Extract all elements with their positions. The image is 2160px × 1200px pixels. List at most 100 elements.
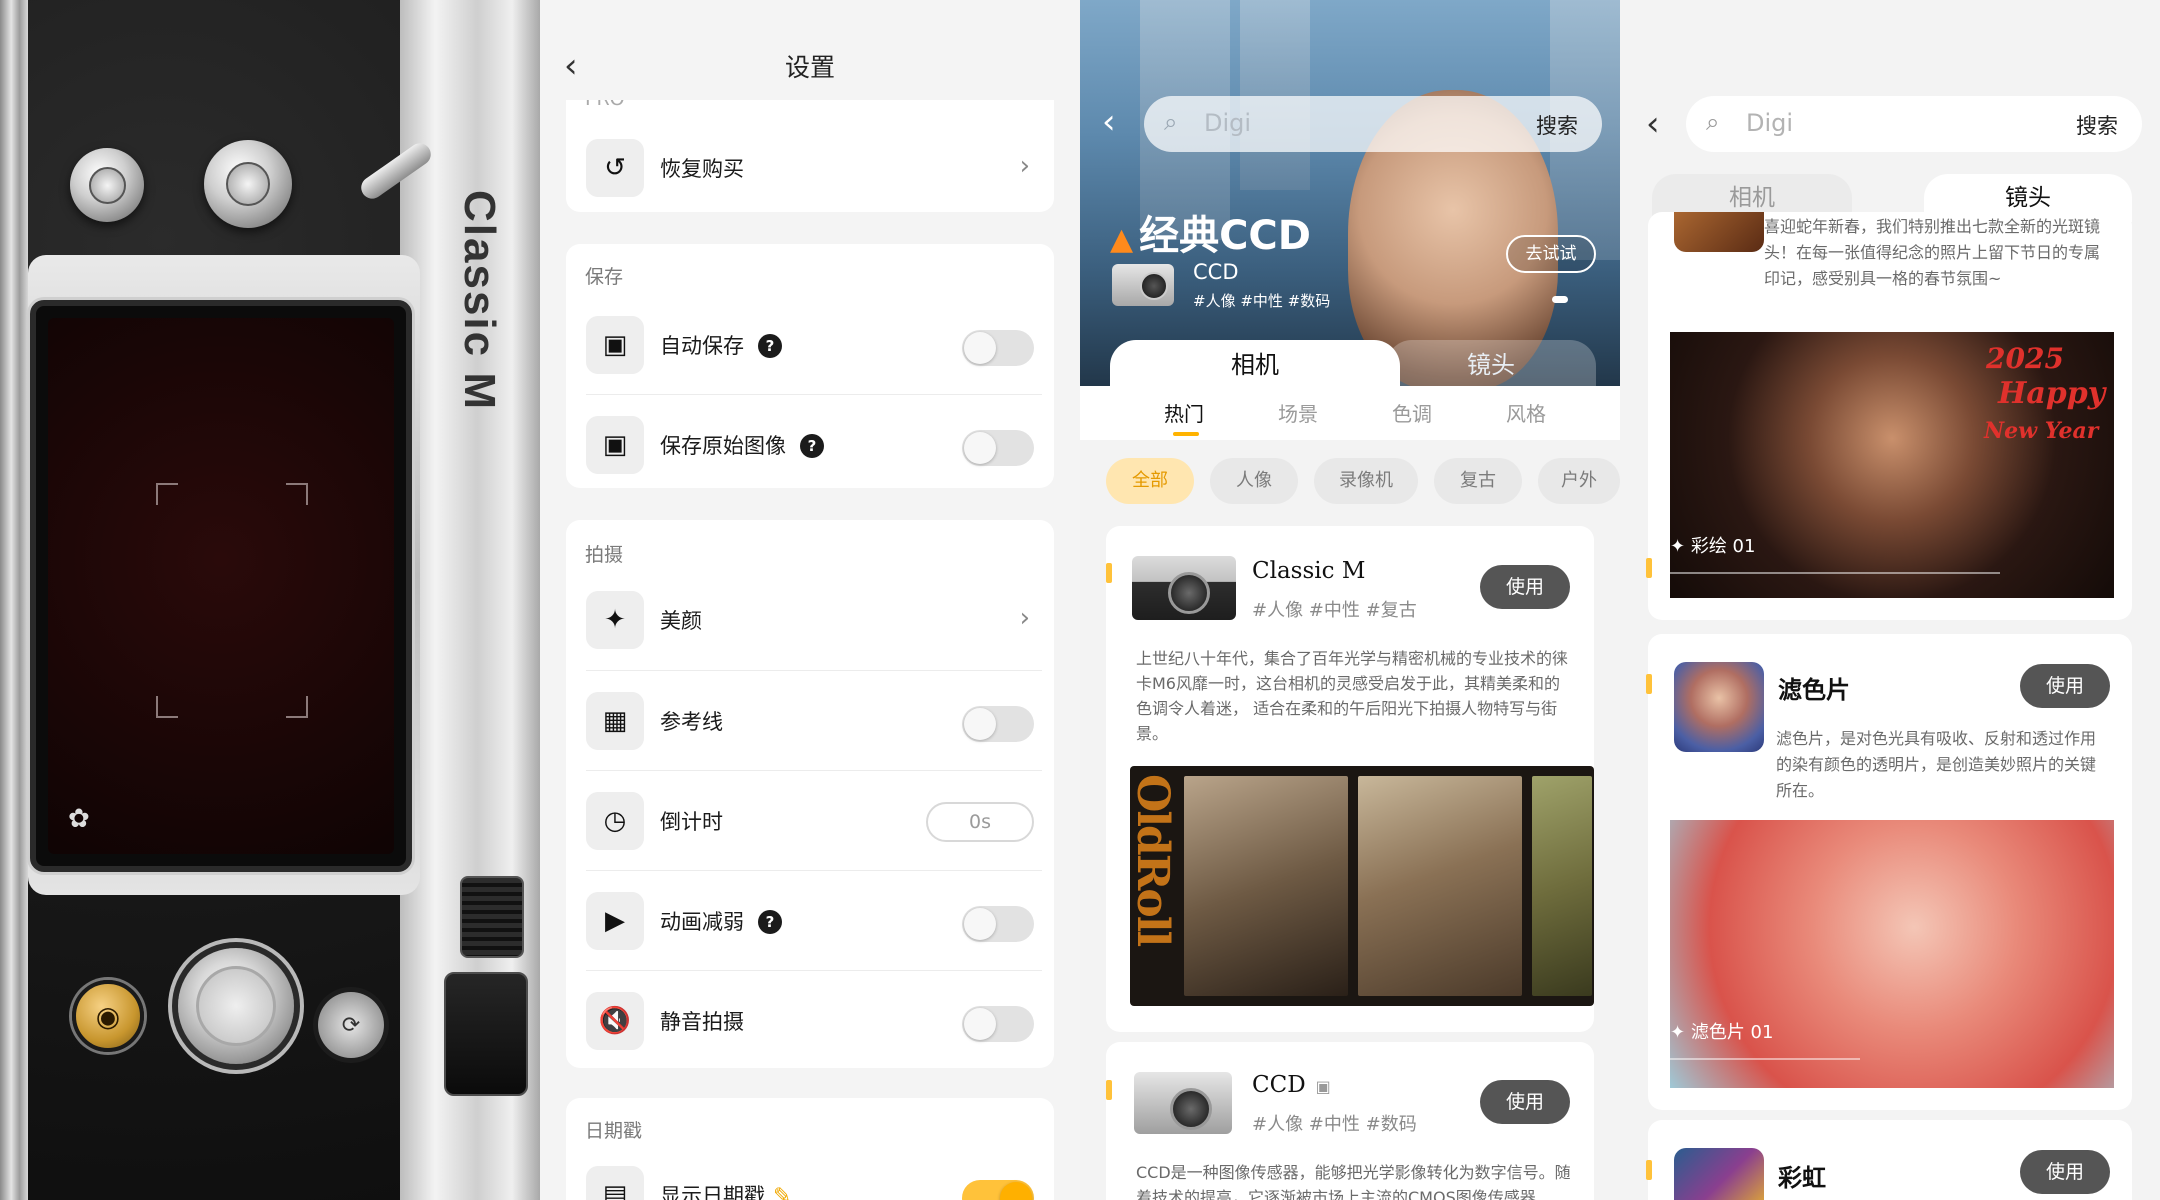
sparkle-icon: ✦: [1670, 536, 1686, 557]
mode-dial[interactable]: [204, 140, 292, 228]
search-bar[interactable]: ⌕ Digi 搜索: [1686, 96, 2142, 152]
hero-title: ▲ 经典CCD: [1110, 203, 1311, 261]
chevron-right-icon: ›: [1019, 151, 1030, 181]
silent-row[interactable]: 🔇 静音拍摄: [586, 986, 1042, 1058]
try-button[interactable]: 去试试: [1506, 235, 1596, 273]
sample-filmstrip: OldRoll: [1130, 766, 1594, 1006]
back-chevron-icon[interactable]: ‹: [1646, 104, 1660, 144]
hero-banner[interactable]: ‹ ⌕ Digi 搜索 ▲ 经典CCD CCD #人像 #中性 #数码 去试试 相…: [1080, 0, 1620, 386]
tab-camera[interactable]: 相机: [1110, 340, 1400, 386]
caption-text: 滤色片 01: [1690, 1022, 1774, 1043]
grid-toggle[interactable]: [962, 706, 1034, 742]
use-button[interactable]: 使用: [2020, 1150, 2110, 1194]
save-original-row[interactable]: ▣ 保存原始图像?: [586, 410, 1042, 482]
ccd-thumbnail: [1134, 1072, 1232, 1134]
save-original-toggle[interactable]: [962, 430, 1034, 466]
edit-icon[interactable]: ✎: [773, 1184, 791, 1200]
category-subtabs: 热门 场景 色调 风格: [1080, 386, 1620, 440]
tab-lens[interactable]: 镜头: [1386, 340, 1596, 386]
reduce-motion-label: 动画减弱: [660, 910, 744, 934]
search-button[interactable]: 搜索: [2076, 110, 2118, 140]
show-date-row[interactable]: ▤ 显示日期戳 ✎: [586, 1160, 1042, 1200]
lens-description: 滤色片，是对色光具有吸收、反射和透过作用的染有颜色的透明片，是创造美妙照片的关键…: [1776, 729, 2097, 800]
row-label: 显示日期戳 ✎: [660, 1180, 791, 1200]
viewfinder-display: ✿: [48, 318, 394, 854]
reduce-motion-toggle[interactable]: [962, 906, 1034, 942]
subtab-hot[interactable]: 热门: [1164, 398, 1204, 427]
divider: [586, 394, 1042, 395]
help-icon[interactable]: ?: [758, 334, 782, 358]
help-icon[interactable]: ?: [758, 910, 782, 934]
section-label-shoot: 拍摄: [585, 544, 624, 566]
row-label: 动画减弱?: [660, 906, 782, 936]
lens-card[interactable]: 滤色片 使用 滤色片，是对色光具有吸收、反射和透过作用的染有颜色的透明片，是创造…: [1648, 634, 2132, 1110]
item-name-text: CCD: [1252, 1072, 1306, 1098]
search-icon: ⌕: [1706, 108, 1720, 136]
ghost-mode-icon[interactable]: ✿: [68, 804, 90, 834]
auto-save-toggle[interactable]: [962, 330, 1034, 366]
card-accent: [1646, 1160, 1652, 1180]
use-button[interactable]: 使用: [1480, 565, 1570, 609]
lens-card[interactable]: 彩虹 使用: [1648, 1120, 2132, 1200]
reduce-motion-row[interactable]: ▶ 动画减弱?: [586, 886, 1042, 958]
subtab-style[interactable]: 风格: [1506, 398, 1546, 427]
overlay-new-year: New Year: [1984, 418, 2099, 444]
show-date-toggle[interactable]: [962, 1180, 1034, 1200]
item-name: Classic M: [1252, 558, 1366, 584]
hero-tags: #人像 #中性 #数码: [1193, 292, 1331, 310]
beauty-row[interactable]: ✦ 美颜 ›: [586, 585, 1042, 657]
camera-icon[interactable]: ◉: [72, 980, 144, 1052]
row-label: 自动保存?: [660, 330, 782, 360]
search-input[interactable]: Digi: [1746, 109, 1793, 137]
subtab-tone[interactable]: 色调: [1392, 398, 1432, 427]
shutter-button[interactable]: [178, 948, 294, 1064]
grid-label: 参考线: [660, 710, 723, 734]
timer-value[interactable]: 0s: [926, 802, 1034, 842]
restore-icon: ↺: [586, 139, 644, 197]
timer-row[interactable]: ◷ 倒计时 0s: [586, 786, 1042, 858]
hero-subtitle: CCD: [1193, 260, 1239, 284]
search-button[interactable]: 搜索: [1536, 110, 1578, 140]
chip-outdoor[interactable]: 户外: [1538, 458, 1620, 504]
divider: [586, 970, 1042, 971]
lens-name: 滤色片: [1778, 676, 1850, 704]
item-description: 上世纪八十年代，集合了百年光学与精密机械的专业技术的徕卡M6风靡一时，这台相机的…: [1136, 649, 1569, 743]
caption-underline: [1670, 1058, 1860, 1060]
card-accent: [1106, 1080, 1112, 1100]
subtab-scene[interactable]: 场景: [1278, 398, 1318, 427]
use-button[interactable]: 使用: [2020, 664, 2110, 708]
flip-camera-icon[interactable]: ⟳: [318, 992, 384, 1058]
silent-toggle[interactable]: [962, 1006, 1034, 1042]
show-date-label: 显示日期戳: [660, 1184, 765, 1200]
magic-wand-icon: ✦: [586, 591, 644, 649]
camera-body-panel: Classic M ✿ ◉ ⟳: [0, 0, 540, 1200]
lens-caption: ✦ 滤色片 01: [1670, 1018, 1773, 1044]
chip-portrait[interactable]: 人像: [1210, 458, 1298, 504]
play-box-icon: ▶: [586, 892, 644, 950]
beauty-label: 美颜: [660, 609, 702, 633]
search-input[interactable]: Digi: [1204, 109, 1251, 137]
chip-retro[interactable]: 复古: [1434, 458, 1522, 504]
grid-row[interactable]: ▦ 参考线: [586, 686, 1042, 758]
restore-purchase-row[interactable]: ↺ 恢复购买 ›: [586, 133, 1042, 205]
page-title: 设置: [784, 53, 835, 82]
lens-sample-photo: [1670, 820, 2114, 1088]
use-button[interactable]: 使用: [1480, 1080, 1570, 1124]
divider: [586, 870, 1042, 871]
divider: [586, 770, 1042, 771]
lens-card[interactable]: 喜迎蛇年新春，我们特别推出七款全新的光斑镜头！在每一张值得纪念的照片上留下节日的…: [1648, 212, 2132, 620]
settings-panel: ‹ 设置 PRO ↺ 恢复购买 › 保存 ▣ 自动保存? ▣ 保存原始图像? 拍…: [540, 0, 1080, 1200]
exposure-knob-icon[interactable]: [70, 148, 144, 222]
search-bar[interactable]: ⌕ Digi 搜索: [1144, 96, 1602, 152]
grip-button[interactable]: [444, 972, 528, 1096]
viewfinder-screen[interactable]: ✿: [30, 300, 412, 872]
focus-corner-icon: [286, 483, 308, 505]
back-chevron-icon[interactable]: ‹: [1102, 102, 1116, 142]
chip-all[interactable]: 全部: [1106, 458, 1194, 504]
sample-photo: [1184, 776, 1348, 996]
focus-corner-icon: [286, 696, 308, 718]
chip-camcorder[interactable]: 录像机: [1314, 458, 1418, 504]
auto-save-row[interactable]: ▣ 自动保存?: [586, 310, 1042, 382]
help-icon[interactable]: ?: [800, 434, 824, 458]
clock-icon: ◷: [586, 792, 644, 850]
